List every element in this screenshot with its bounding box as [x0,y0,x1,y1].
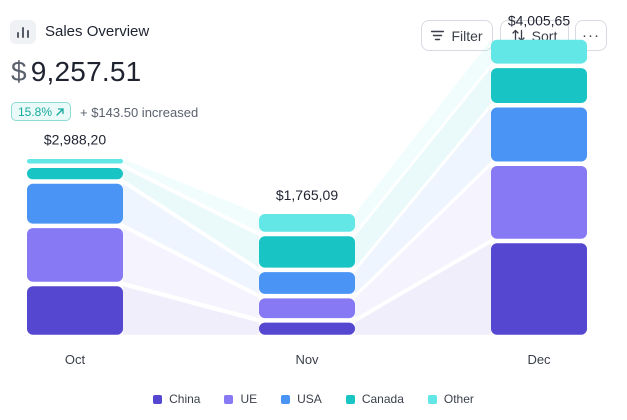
bar-nov[interactable] [259,214,355,335]
legend-swatch [153,394,163,404]
legend-item-ue[interactable]: UE [224,392,257,406]
bar-segment-oct-china[interactable] [27,286,123,335]
legend-swatch [224,394,234,404]
legend-swatch [345,394,355,404]
chart-legend: China UE USA Canada Other [0,392,627,406]
bar-segment-nov-other[interactable] [259,214,355,232]
legend-item-china[interactable]: China [153,392,200,406]
x-tick-label-dec: Dec [527,352,551,367]
bar-segment-dec-usa[interactable] [491,107,587,162]
x-tick-label-oct: Oct [65,352,86,367]
bar-segment-oct-other[interactable] [27,158,123,164]
bar-segment-nov-ue[interactable] [259,298,355,319]
total-label-oct: $2,988,20 [44,132,106,148]
total-label-dec: $4,005,65 [508,13,570,29]
bar-oct[interactable] [27,158,123,335]
bar-segment-dec-other[interactable] [491,39,587,64]
legend-label: UE [240,392,258,406]
legend-swatch [427,394,437,404]
sales-overview-card: Sales Overview Filter Sort ··· $9,257.51… [0,0,627,420]
bar-segment-oct-usa[interactable] [27,183,123,224]
legend-label: USA [297,392,322,406]
stacked-bar-chart: $2,988,20 Oct $1,765,09 Nov $4,005,65 Dec [27,13,587,367]
total-label-nov: $1,765,09 [276,187,338,203]
bar-segment-dec-canada[interactable] [491,68,587,103]
bar-segment-dec-ue[interactable] [491,166,587,239]
bar-segment-oct-canada[interactable] [27,168,123,180]
legend-label: Canada [361,392,404,406]
x-tick-label-nov: Nov [295,352,319,367]
bar-segment-nov-china[interactable] [259,322,355,335]
legend-label: Other [443,392,474,406]
bar-dec[interactable] [491,39,587,335]
legend-label: China [169,392,201,406]
legend-item-other[interactable]: Other [427,392,474,406]
bar-segment-nov-usa[interactable] [259,272,355,294]
bar-segment-nov-canada[interactable] [259,236,355,268]
legend-swatch [281,394,291,404]
legend-item-canada[interactable]: Canada [345,392,404,406]
bar-segment-oct-ue[interactable] [27,228,123,282]
legend-item-usa[interactable]: USA [281,392,322,406]
bar-segment-dec-china[interactable] [491,243,587,335]
